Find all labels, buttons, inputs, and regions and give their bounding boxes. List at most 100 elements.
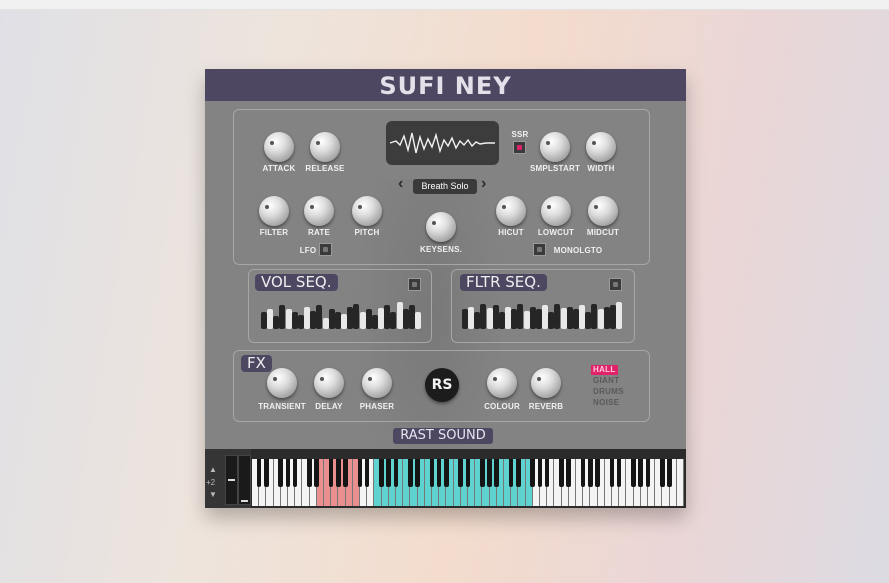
vol-seq-step[interactable] [396, 302, 403, 329]
fltr-seq-step[interactable] [591, 304, 598, 329]
black-key[interactable] [609, 459, 615, 487]
black-key[interactable] [256, 459, 262, 487]
black-key[interactable] [285, 459, 291, 487]
ssr-toggle[interactable] [513, 141, 526, 154]
vol-seq-step[interactable] [402, 309, 409, 329]
filter-knob[interactable] [259, 196, 289, 226]
black-key[interactable] [386, 459, 392, 487]
midcut-knob[interactable] [588, 196, 618, 226]
pitch-wheel[interactable] [225, 455, 238, 505]
black-key[interactable] [559, 459, 564, 487]
black-key[interactable] [343, 459, 348, 487]
black-key[interactable] [530, 459, 536, 487]
black-key[interactable] [436, 459, 442, 487]
delay-knob[interactable] [314, 368, 344, 398]
black-key[interactable] [667, 459, 672, 487]
vol-seq-step[interactable] [384, 305, 391, 329]
black-key[interactable] [631, 459, 636, 487]
black-key[interactable] [314, 459, 320, 487]
vol-seq-step[interactable] [273, 316, 280, 329]
vol-seq-step[interactable] [310, 311, 317, 329]
black-key[interactable] [278, 459, 284, 487]
fltr-seq-step[interactable] [492, 305, 499, 329]
keysens-knob[interactable] [426, 212, 456, 242]
black-key[interactable] [494, 459, 500, 487]
black-key[interactable] [465, 459, 471, 487]
black-key[interactable] [487, 459, 492, 487]
fltr-seq-step[interactable] [486, 308, 493, 329]
vol-seq-step[interactable] [390, 312, 397, 329]
triangle-down-icon[interactable]: ▼ [209, 490, 217, 499]
vol-seq-step[interactable] [353, 304, 360, 329]
black-key[interactable] [580, 459, 586, 487]
attack-knob[interactable] [264, 132, 294, 162]
black-key[interactable] [379, 459, 384, 487]
black-key[interactable] [364, 459, 370, 487]
black-key[interactable] [616, 459, 622, 487]
black-key[interactable] [357, 459, 363, 487]
fltr-seq-step[interactable] [603, 307, 610, 329]
reverb-type-giant[interactable]: GIANT [591, 376, 621, 386]
vol-seq-step[interactable] [304, 307, 311, 329]
fltr-seq-step[interactable] [468, 307, 475, 329]
triangle-up-icon[interactable]: ▲ [209, 465, 217, 474]
black-key[interactable] [415, 459, 420, 487]
fltr-seq-step[interactable] [548, 312, 555, 329]
width-knob[interactable] [586, 132, 616, 162]
fltr-seq-step[interactable] [505, 307, 512, 329]
mod-wheel[interactable] [238, 455, 251, 505]
smplstart-knob[interactable] [540, 132, 570, 162]
fltr-seq-step[interactable] [517, 304, 524, 329]
black-key[interactable] [588, 459, 593, 487]
fltr-seq-step[interactable] [542, 305, 549, 329]
black-key[interactable] [393, 459, 399, 487]
lowcut-knob[interactable] [541, 196, 571, 226]
black-key[interactable] [537, 459, 543, 487]
black-key[interactable] [307, 459, 312, 487]
fltr-seq-step[interactable] [474, 312, 481, 329]
hicut-knob[interactable] [496, 196, 526, 226]
black-key[interactable] [645, 459, 651, 487]
colour-knob[interactable] [487, 368, 517, 398]
fltr-seq-step[interactable] [529, 307, 536, 329]
vol-seq-toggle[interactable] [408, 278, 421, 291]
release-knob[interactable] [310, 132, 340, 162]
rate-knob[interactable] [304, 196, 334, 226]
black-key[interactable] [458, 459, 464, 487]
vol-seq-step[interactable] [328, 309, 335, 329]
black-key[interactable] [508, 459, 514, 487]
transient-knob[interactable] [267, 368, 297, 398]
white-key[interactable] [676, 459, 684, 506]
reverb-type-noise[interactable]: NOISE [591, 398, 621, 408]
preset-selector[interactable]: Breath Solo [413, 179, 477, 194]
pitch-knob[interactable] [352, 196, 382, 226]
chevron-right-icon[interactable]: › [481, 175, 486, 193]
black-key[interactable] [264, 459, 269, 487]
fltr-seq-step[interactable] [616, 302, 622, 329]
black-key[interactable] [566, 459, 572, 487]
black-key[interactable] [429, 459, 435, 487]
vol-seq-step[interactable] [365, 309, 372, 329]
fltr-seq-step[interactable] [480, 304, 487, 329]
vol-seq-step[interactable] [267, 309, 274, 329]
vol-seq-step[interactable] [285, 309, 292, 329]
black-key[interactable] [544, 459, 550, 487]
fltr-seq-step[interactable] [511, 309, 518, 329]
fltr-seq-step[interactable] [535, 309, 542, 329]
black-key[interactable] [480, 459, 485, 487]
fltr-seq-toggle[interactable] [609, 278, 622, 291]
black-key[interactable] [595, 459, 600, 487]
reverb-type-drums[interactable]: DRUMS [591, 387, 626, 397]
black-key[interactable] [660, 459, 665, 487]
fltr-seq-steps[interactable] [462, 299, 622, 329]
fltr-seq-step[interactable] [523, 311, 530, 329]
fltr-seq-step[interactable] [554, 304, 561, 329]
vol-seq-step[interactable] [297, 315, 304, 329]
fltr-seq-step[interactable] [579, 305, 586, 329]
fltr-seq-step[interactable] [597, 309, 604, 329]
vol-seq-step[interactable] [371, 315, 378, 329]
lfo-toggle[interactable] [319, 243, 332, 256]
vol-seq-step[interactable] [261, 312, 267, 329]
vol-seq-step[interactable] [378, 308, 385, 329]
black-key[interactable] [292, 459, 298, 487]
